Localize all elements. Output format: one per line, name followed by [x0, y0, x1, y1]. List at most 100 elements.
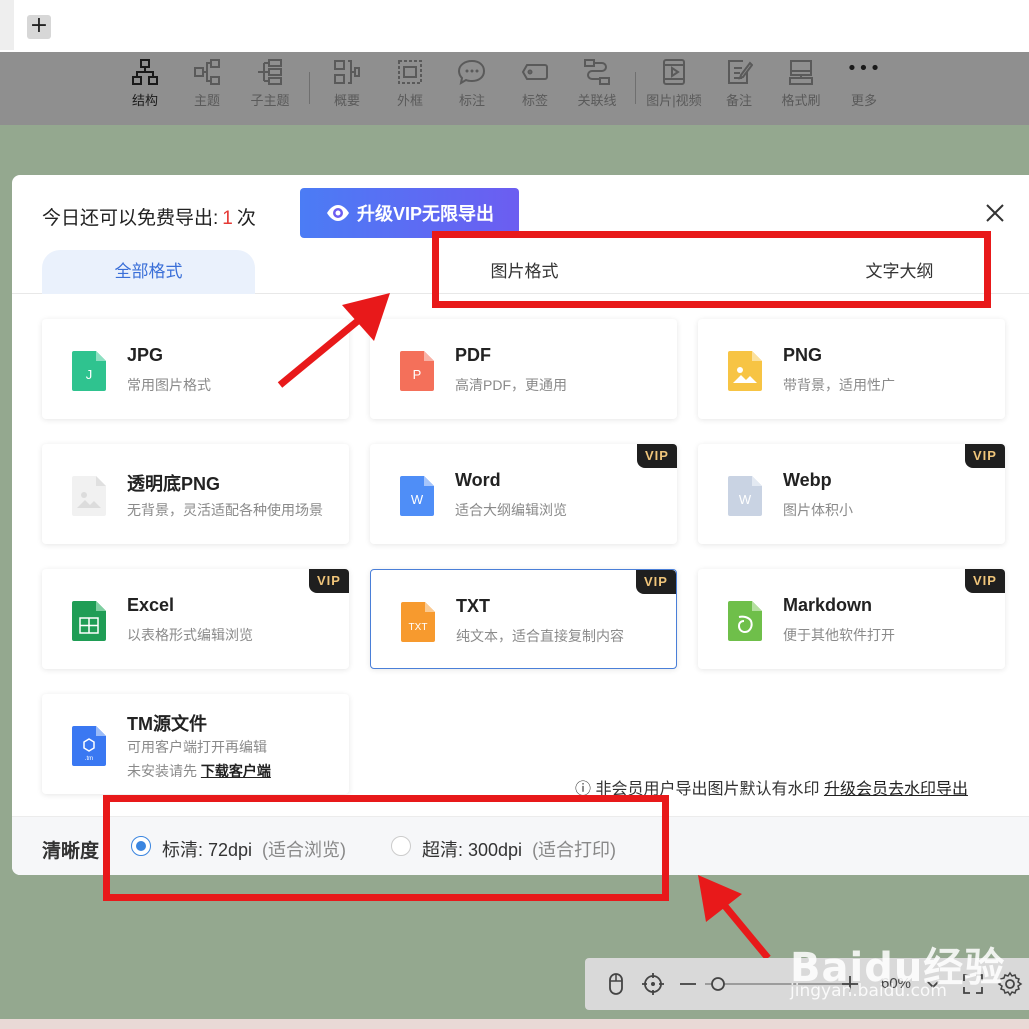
- callout-icon: [458, 59, 486, 86]
- download-client-hint: 未安装请先 下载客户端: [127, 761, 271, 781]
- toolbar-label: 格式刷: [781, 93, 821, 108]
- topic-icon: [194, 59, 220, 85]
- toolbar-divider: [309, 72, 310, 104]
- note-icon: [728, 60, 753, 84]
- format-desc: 纯文本，适合直接复制内容: [456, 628, 624, 644]
- format-card-markdown[interactable]: Markdown 便于其他软件打开 VIP: [698, 569, 1005, 669]
- baidu-watermark: Baidu经验 jingyan.baidu.com: [790, 935, 1005, 1001]
- vip-eye-icon: [326, 205, 349, 221]
- toolbar-summary-button[interactable]: 概要: [317, 58, 377, 118]
- toolbar-label: 更多: [850, 93, 877, 108]
- toolbar-label: 标注: [458, 93, 485, 108]
- toolbar-callout-button[interactable]: 标注: [442, 58, 502, 118]
- toolbar-more-button[interactable]: ••• 更多: [834, 58, 894, 118]
- format-card-png[interactable]: PNG 带背景，适用性广: [698, 319, 1005, 419]
- vip-badge: VIP: [637, 444, 677, 468]
- annotation-highlight-tabs: [432, 231, 991, 308]
- format-title: Markdown: [783, 595, 873, 615]
- free-export-info: 今日还可以免费导出: 1 次: [42, 203, 256, 230]
- format-title: TXT: [456, 596, 490, 616]
- toolbar-format-painter-button[interactable]: 格式刷: [771, 58, 831, 118]
- upgrade-vip-label: 升级VIP无限导出: [356, 204, 494, 224]
- remove-watermark-link[interactable]: 升级会员去水印导出: [824, 781, 968, 798]
- toolbar-topic-button[interactable]: 主题: [177, 58, 237, 118]
- toolbar-boundary-button[interactable]: 外框: [380, 58, 440, 118]
- toolbar-divider: [635, 72, 636, 104]
- format-desc: 常用图片格式: [127, 377, 211, 393]
- format-card-word[interactable]: W Word 适合大纲编辑浏览 VIP: [370, 444, 677, 544]
- boundary-icon: [398, 60, 422, 84]
- webp-file-icon: W: [728, 476, 762, 516]
- svg-text:W: W: [739, 492, 752, 507]
- format-card-txt[interactable]: TXT TXT 纯文本，适合直接复制内容 VIP: [370, 569, 677, 669]
- toolbar-tag-button[interactable]: 标签: [505, 58, 565, 118]
- svg-text:J: J: [86, 367, 93, 382]
- toolbar-label: 关联线: [577, 93, 617, 108]
- pdf-file-icon: P: [400, 351, 434, 391]
- format-title: PDF: [455, 345, 491, 365]
- annotation-highlight-resolution: [103, 795, 669, 901]
- add-tab-button[interactable]: +: [27, 15, 51, 39]
- format-desc: 图片体积小: [783, 502, 853, 518]
- toolbar-label: 子主题: [250, 93, 290, 108]
- png-file-icon: [728, 351, 762, 391]
- format-desc: 高清PDF，更通用: [455, 377, 567, 393]
- format-desc: 便于其他软件打开: [783, 627, 895, 643]
- format-card-excel[interactable]: Excel 以表格形式编辑浏览 VIP: [42, 569, 349, 669]
- zoom-out-icon[interactable]: [675, 971, 701, 997]
- svg-text:P: P: [413, 367, 422, 382]
- bottom-strip: [0, 1019, 1029, 1029]
- annotation-arrow-icon: [698, 875, 771, 961]
- subtopic-icon: [258, 59, 282, 85]
- free-export-text: 今日还可以免费导出:: [42, 208, 219, 229]
- annotation-arrow-icon: [277, 293, 390, 388]
- format-desc: 适合大纲编辑浏览: [455, 502, 567, 518]
- markdown-file-icon: [728, 601, 762, 641]
- format-desc: 带背景，适用性广: [783, 377, 895, 393]
- toolbar-media-button[interactable]: 图片|视频: [644, 58, 704, 118]
- main-toolbar: 结构 主题 子主题 概要 外框 标注 标签 关联线 图片|视频 备注 格式刷 •…: [0, 52, 1029, 125]
- resolution-label: 清晰度: [42, 841, 100, 862]
- svg-text:W: W: [411, 492, 424, 507]
- toolbar-structure-button[interactable]: 结构: [115, 58, 175, 118]
- format-title: JPG: [127, 345, 164, 365]
- toolbar-note-button[interactable]: 备注: [709, 58, 769, 118]
- transparent-png-file-icon: [72, 476, 106, 516]
- close-icon[interactable]: [984, 202, 1006, 224]
- baidu-watermark-url: jingyan.baidu.com: [790, 981, 947, 1001]
- more-icon: •••: [846, 58, 882, 79]
- tab-all-formats[interactable]: 全部格式: [42, 250, 255, 294]
- format-card-transparent-png[interactable]: 透明底PNG 无背景，灵活适配各种使用场景: [42, 444, 349, 544]
- vip-badge: VIP: [309, 569, 349, 593]
- format-title: Word: [455, 470, 501, 490]
- media-icon: [663, 59, 685, 85]
- download-client-link[interactable]: 下载客户端: [201, 763, 271, 779]
- format-card-pdf[interactable]: P PDF 高清PDF，更通用: [370, 319, 677, 419]
- format-desc: 无背景，灵活适配各种使用场景: [127, 502, 323, 518]
- toolbar-label: 备注: [725, 93, 752, 108]
- tab-strip-edge: [0, 0, 14, 50]
- toolbar-subtopic-button[interactable]: 子主题: [240, 58, 300, 118]
- svg-text:.tm: .tm: [85, 756, 93, 762]
- format-title: TM源文件: [127, 714, 207, 734]
- format-desc: 以表格形式编辑浏览: [127, 627, 253, 643]
- format-card-webp[interactable]: W Webp 图片体积小 VIP: [698, 444, 1005, 544]
- free-export-count: 1: [222, 208, 233, 229]
- txt-file-icon: TXT: [401, 602, 435, 642]
- toolbar-label: 图片|视频: [646, 93, 702, 108]
- format-card-tm-source[interactable]: .tm TM源文件 可用客户端打开再编辑 未安装请先 下载客户端: [42, 694, 349, 794]
- locate-icon[interactable]: [640, 971, 666, 997]
- format-title: Webp: [783, 470, 832, 490]
- format-title: 透明底PNG: [127, 474, 221, 494]
- toolbar-label: 概要: [333, 93, 360, 108]
- tag-icon: [521, 64, 548, 80]
- toolbar-relation-button[interactable]: 关联线: [567, 58, 627, 118]
- format-desc: 可用客户端打开再编辑: [127, 739, 267, 755]
- format-title: PNG: [783, 345, 823, 365]
- toolbar-label: 主题: [193, 93, 220, 108]
- toolbar-label: 外框: [396, 93, 423, 108]
- mouse-icon[interactable]: [603, 971, 629, 997]
- excel-file-icon: [72, 601, 106, 641]
- toolbar-label: 结构: [131, 93, 158, 108]
- structure-icon: [132, 59, 158, 85]
